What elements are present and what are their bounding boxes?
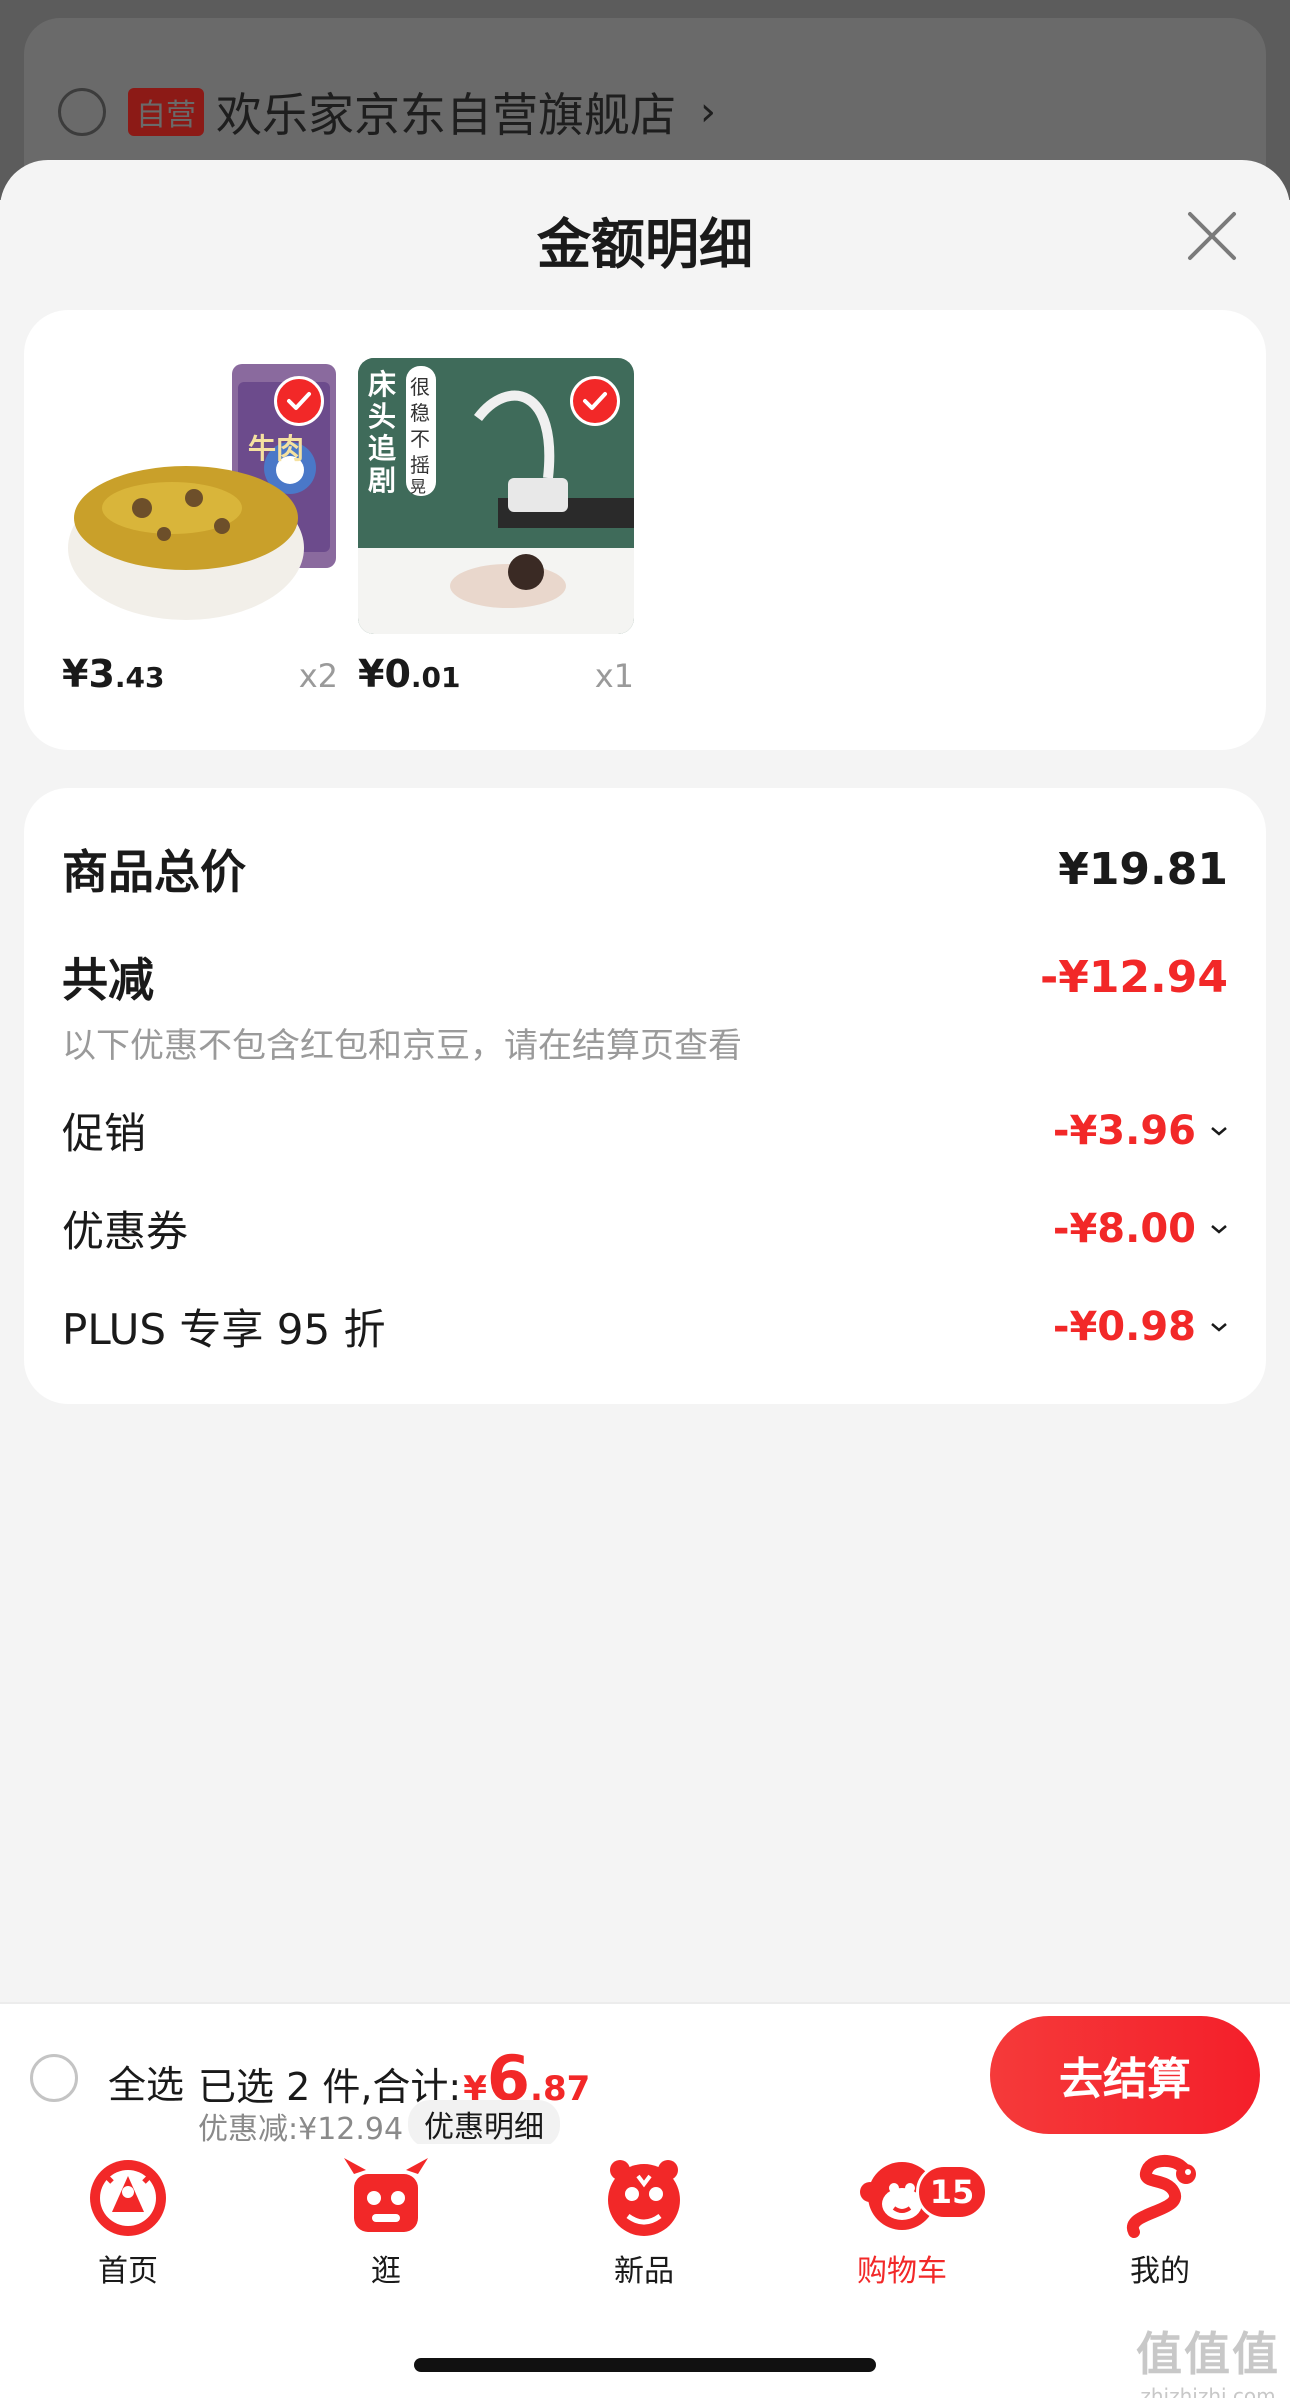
total-reduction-row: 共减 -¥12.94: [62, 944, 1228, 1010]
select-all-label[interactable]: 全选: [108, 2054, 184, 2109]
checkout-bar: 全选 已选 2 件,合计: ¥ 6 .87 优惠减:¥12.94 优惠明细 去结…: [0, 2002, 1290, 2148]
chevron-down-icon: [1211, 1126, 1227, 1136]
amount-detail-sheet: 金额明细 牛肉 ¥3.43 x2 床 头 追 剧 很 稳 不 摇 晃 ¥0.01…: [0, 160, 1290, 2002]
self-operated-tag: 自营: [128, 88, 204, 136]
product-item[interactable]: 牛肉 ¥3.43 x2: [62, 358, 338, 696]
tab-label: 首页: [98, 2254, 158, 2289]
svg-text:牛肉: 牛肉: [248, 432, 304, 465]
papercut-rooster-icon: [90, 2160, 166, 2236]
product-quantity: x1: [594, 657, 634, 695]
promotion-label: 促销: [62, 1109, 147, 1158]
checked-icon: [570, 376, 620, 426]
svg-text:剧: 剧: [368, 464, 396, 497]
cart-count-badge: 15: [916, 2164, 988, 2220]
tab-cart[interactable]: 购物车 15: [822, 2152, 988, 2290]
promotion-value: -¥3.96: [1052, 1107, 1196, 1154]
svg-text:很: 很: [410, 375, 430, 399]
svg-text:床: 床: [368, 368, 396, 401]
home-indicator[interactable]: [414, 2358, 876, 2372]
close-icon[interactable]: [1184, 208, 1240, 264]
papercut-tiger-icon: [608, 2160, 680, 2236]
total-reduction-value: -¥12.94: [1039, 951, 1228, 1003]
coupon-value: -¥8.00: [1052, 1205, 1196, 1252]
select-all-radio[interactable]: [30, 2054, 78, 2102]
watermark-url: zhizhizhi.com: [1140, 2384, 1276, 2398]
checkout-button[interactable]: 去结算: [990, 2016, 1260, 2134]
selected-products-card: 牛肉 ¥3.43 x2 床 头 追 剧 很 稳 不 摇 晃 ¥0.01 x1: [24, 310, 1266, 750]
svg-text:头: 头: [368, 400, 396, 433]
product-price: ¥3.43: [62, 652, 165, 696]
store-select-radio: [58, 88, 106, 136]
product-item[interactable]: 床 头 追 剧 很 稳 不 摇 晃 ¥0.01 x1: [358, 358, 634, 696]
tab-label: 购物车: [857, 2254, 947, 2289]
total-price-label: 商品总价: [62, 845, 246, 899]
store-header: 自营 欢乐家京东自营旗舰店 ›: [58, 84, 716, 142]
checked-icon: [274, 376, 324, 426]
coupon-label: 优惠券: [62, 1207, 189, 1256]
store-name: 欢乐家京东自营旗舰店: [216, 88, 676, 142]
food-jar-image: 牛肉: [62, 358, 338, 634]
tab-new-products[interactable]: 新品: [564, 2152, 724, 2290]
coupon-row[interactable]: 优惠券 -¥8.00: [62, 1198, 1228, 1259]
product-quantity: x2: [298, 657, 338, 695]
reduction-note: 以下优惠不包含红包和京豆，请在结算页查看: [62, 1026, 742, 1066]
svg-text:稳: 稳: [410, 401, 430, 425]
tab-label: 逛: [371, 2254, 401, 2289]
total-price-row: 商品总价 ¥19.81: [62, 836, 1228, 902]
papercut-dragon-icon: [1127, 2154, 1196, 2238]
phone-holder-image: 床 头 追 剧 很 稳 不 摇 晃: [358, 358, 634, 634]
watermark-logo: 值值值: [1136, 2327, 1280, 2381]
tab-home[interactable]: 首页: [48, 2152, 208, 2290]
svg-text:追: 追: [368, 432, 397, 465]
tab-label: 新品: [614, 2254, 674, 2289]
tab-browse[interactable]: 逛: [306, 2152, 466, 2290]
total-reduction-label: 共减: [62, 953, 154, 1007]
discount-amount: 优惠减:¥12.94: [198, 2112, 404, 2147]
total-price-value: ¥19.81: [1058, 843, 1228, 895]
watermark: 值值值 zhizhizhi.com: [1136, 2318, 1280, 2398]
plus-discount-row[interactable]: PLUS 专享 95 折 -¥0.98: [62, 1296, 1228, 1357]
price-summary-card: 商品总价 ¥19.81 共减 -¥12.94 以下优惠不包含红包和京豆，请在结算…: [24, 788, 1266, 1404]
promotion-row[interactable]: 促销 -¥3.96: [62, 1100, 1228, 1161]
svg-text:不: 不: [410, 427, 430, 451]
chevron-right-icon: ›: [700, 89, 716, 135]
product-price: ¥0.01: [358, 652, 461, 696]
papercut-ox-icon: [344, 2158, 428, 2232]
tab-mine[interactable]: 我的: [1080, 2152, 1240, 2290]
chevron-down-icon: [1211, 1224, 1227, 1234]
plus-discount-value: -¥0.98: [1052, 1303, 1196, 1350]
discount-detail-button[interactable]: 优惠明细: [408, 2100, 560, 2148]
plus-discount-label: PLUS 专享 95 折: [62, 1305, 386, 1354]
sheet-title: 金额明细: [537, 213, 753, 276]
tab-label: 我的: [1130, 2254, 1190, 2289]
svg-text:摇: 摇: [410, 453, 430, 477]
svg-text:晃: 晃: [410, 477, 426, 496]
chevron-down-icon: [1211, 1322, 1227, 1332]
